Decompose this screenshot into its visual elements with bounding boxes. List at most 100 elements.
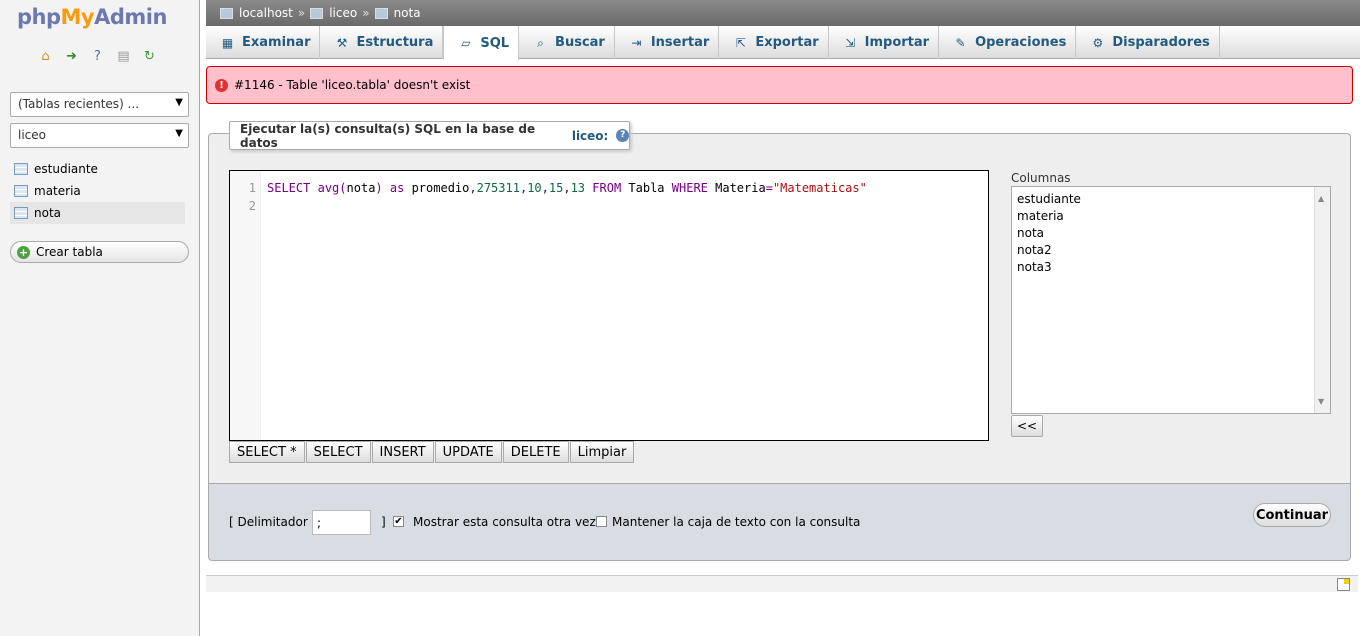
error-icon: ! — [215, 78, 228, 92]
delimiter-input[interactable]: ; — [312, 510, 371, 535]
help-icon[interactable]: ? — [616, 129, 629, 142]
console-bar[interactable] — [206, 575, 1358, 592]
continue-button[interactable]: Continuar — [1253, 503, 1331, 527]
error-message: ! #1146 - Table 'liceo.tabla' doesn't ex… — [206, 66, 1353, 104]
tab-label: Insertar — [650, 35, 710, 50]
insert-icon: ⇥ — [631, 35, 642, 50]
table-icon — [14, 163, 28, 175]
breadcrumb-server[interactable]: localhost — [239, 6, 293, 20]
table-link[interactable]: materia — [34, 184, 81, 198]
column-option[interactable]: nota2 — [1017, 242, 1325, 259]
scroll-up-icon[interactable]: ▲ — [1318, 190, 1324, 207]
sql-keyword: FROM — [592, 181, 622, 195]
table-list: estudiante materia nota — [10, 158, 185, 224]
tab-label: Disparadores — [1112, 35, 1210, 50]
phpmyadmin-logo[interactable]: phpMyAdmin — [17, 5, 167, 29]
table-item-nota[interactable]: nota — [10, 202, 185, 224]
recent-tables-value: (Tablas recientes) ... — [18, 97, 140, 111]
sql-identifier: Tabla — [628, 181, 665, 195]
sql-number: 275311 — [476, 181, 520, 195]
tab-label: Importar — [864, 35, 930, 50]
select-all-button[interactable]: SELECT * — [229, 441, 305, 463]
table-link[interactable]: estudiante — [34, 162, 98, 176]
structure-icon: ⚒ — [336, 35, 348, 50]
tab-importar[interactable]: ⇲ Importar — [829, 26, 940, 59]
sql-punct: , — [563, 181, 571, 195]
keep-box-checkbox[interactable] — [596, 516, 607, 527]
sql-paren: ( — [339, 181, 347, 195]
sql-query-legend: Ejecutar la(s) consulta(s) SQL en la bas… — [229, 121, 630, 150]
help-icon[interactable]: ? — [89, 48, 106, 65]
tab-insertar[interactable]: ⇥ Insertar — [615, 26, 720, 59]
update-button[interactable]: UPDATE — [434, 441, 502, 463]
show-query-checkbox[interactable]: ✔ — [393, 516, 404, 527]
navigation-panel: phpMyAdmin ⌂ ➜ ? ▤ ↻ (Tablas recientes) … — [0, 0, 200, 636]
sql-keyword: SELECT — [267, 181, 311, 195]
breadcrumb-table[interactable]: nota — [394, 6, 421, 20]
column-option[interactable]: estudiante — [1017, 191, 1325, 208]
table-item-materia[interactable]: materia — [10, 180, 185, 202]
create-table-label: Crear tabla — [36, 245, 103, 259]
server-icon — [220, 7, 233, 19]
sql-identifier: nota — [346, 181, 376, 195]
console-icon[interactable] — [1337, 578, 1350, 591]
sql-template-buttons: SELECT * SELECT INSERT UPDATE DELETE Lim… — [229, 441, 635, 463]
plus-icon: + — [17, 245, 30, 259]
recent-tables-select[interactable]: (Tablas recientes) ... ▼ — [10, 92, 189, 117]
create-table-button[interactable]: + Crear tabla — [10, 241, 189, 263]
import-icon: ⇲ — [845, 35, 856, 50]
sql-keyword: WHERE — [671, 181, 708, 195]
show-query-label[interactable]: Mostrar esta consulta otra vez — [413, 515, 596, 529]
insert-column-button[interactable]: << — [1011, 415, 1043, 437]
table-link[interactable]: nota — [34, 206, 61, 220]
browse-icon: ▦ — [221, 35, 234, 50]
sql-icon: ▱ — [461, 36, 471, 50]
line-number: 1 — [248, 181, 256, 195]
sql-identifier: Materia — [715, 181, 766, 195]
breadcrumb: localhost » liceo » nota — [206, 0, 1360, 26]
column-option[interactable]: materia — [1017, 208, 1325, 225]
wrench-icon: ✎ — [955, 35, 966, 50]
search-icon: ⌕ — [537, 35, 544, 50]
sql-paren: ) — [375, 181, 383, 195]
sql-code[interactable]: SELECT avg(nota) as promedio,275311,10,1… — [267, 179, 867, 197]
keep-box-label[interactable]: Mantener la caja de texto con la consult… — [612, 515, 860, 529]
table-item-estudiante[interactable]: estudiante — [10, 158, 185, 180]
sql-number: 15 — [548, 181, 564, 195]
tab-disparadores[interactable]: ⚙ Disparadores — [1076, 26, 1220, 59]
tab-exportar[interactable]: ⇱ Exportar — [719, 26, 829, 59]
sql-punct: , — [541, 181, 549, 195]
clear-button[interactable]: Limpiar — [569, 441, 635, 463]
column-option[interactable]: nota3 — [1017, 259, 1325, 276]
reload-icon[interactable]: ↻ — [141, 48, 158, 65]
tab-label: Examinar — [242, 35, 311, 50]
breadcrumb-separator: » — [362, 6, 370, 20]
columns-list[interactable]: estudiante materia nota nota2 nota3 ▲ ▼ — [1011, 186, 1331, 414]
tab-buscar[interactable]: ⌕ Buscar — [519, 26, 615, 59]
scroll-down-icon[interactable]: ▼ — [1318, 393, 1324, 410]
tab-estructura[interactable]: ⚒ Estructura — [320, 26, 444, 59]
sql-editor[interactable]: 1 2 SELECT avg(nota) as promedio,275311,… — [229, 170, 989, 441]
delete-button[interactable]: DELETE — [502, 441, 569, 463]
legend-database-link[interactable]: liceo: — [572, 129, 609, 143]
legend-text: Ejecutar la(s) consulta(s) SQL en la bas… — [240, 121, 536, 150]
insert-button[interactable]: INSERT — [371, 441, 434, 463]
database-select[interactable]: liceo ▼ — [10, 123, 189, 148]
chevron-down-icon: ▼ — [175, 97, 183, 108]
logout-icon[interactable]: ➜ — [63, 48, 80, 65]
select-button[interactable]: SELECT — [305, 441, 371, 463]
tab-examinar[interactable]: ▦ Examinar — [206, 26, 321, 59]
tab-operaciones[interactable]: ✎ Operaciones — [939, 26, 1077, 59]
tab-bar: ▦ Examinar ⚒ Estructura ▱ SQL ⌕ Buscar ⇥ Inse… — [206, 26, 1360, 60]
column-option[interactable]: nota — [1017, 225, 1325, 242]
database-icon — [310, 7, 324, 19]
docs-icon[interactable]: ▤ — [115, 48, 132, 65]
tab-label: Estructura — [356, 35, 434, 50]
home-icon[interactable]: ⌂ — [37, 48, 54, 65]
tab-sql[interactable]: ▱ SQL — [443, 26, 520, 60]
tab-label: Buscar — [555, 35, 605, 50]
breadcrumb-database[interactable]: liceo — [329, 6, 357, 20]
tab-label: Operaciones — [975, 35, 1067, 50]
columns-scrollbar[interactable]: ▲ ▼ — [1314, 187, 1330, 413]
export-icon: ⇱ — [735, 35, 746, 50]
